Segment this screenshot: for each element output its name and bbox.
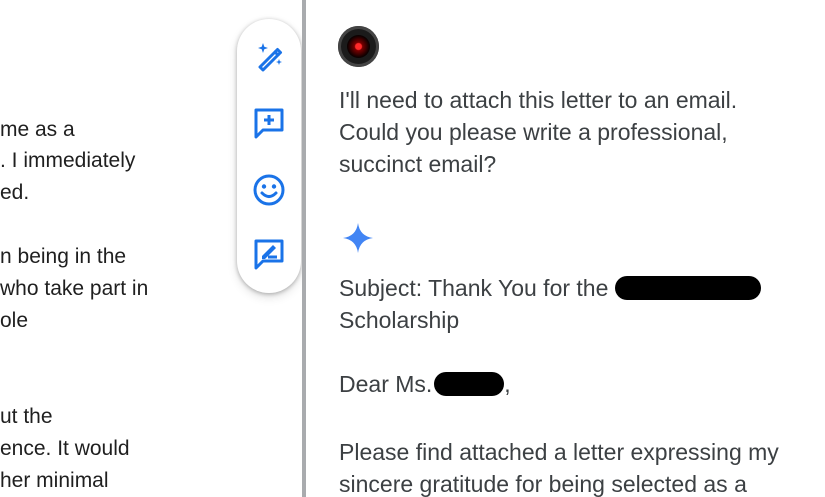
magic-pen-icon — [258, 43, 282, 72]
document-line: ed. — [0, 181, 30, 204]
user-prompt-line: I'll need to attach this letter to an em… — [339, 87, 738, 113]
document-line: her minimal — [0, 469, 109, 492]
side-toolbar — [237, 19, 301, 293]
document-line: . I immediately — [0, 149, 136, 172]
email-greeting-suffix: , — [504, 371, 511, 397]
help-me-write-button[interactable] — [251, 39, 287, 75]
emoji-icon — [253, 174, 285, 206]
email-body-line: sincere gratitude for being selected as … — [339, 471, 747, 497]
suggest-edits-button[interactable] — [251, 236, 287, 272]
document-line: ence. It would — [0, 437, 130, 460]
document-line: ut the — [0, 405, 53, 428]
document-line: n being in the — [0, 245, 127, 268]
email-body-line: Please find attached a letter expressing… — [339, 439, 779, 465]
redacted-name — [434, 371, 505, 396]
user-prompt-line: succinct email? — [339, 151, 497, 177]
document-line: me as a — [0, 118, 75, 141]
email-subject-prefix: Subject: Thank You for the — [339, 275, 609, 301]
user-prompt-line: Could you please write a professional, — [339, 119, 728, 145]
user-avatar — [338, 26, 379, 67]
redacted-name — [614, 275, 761, 300]
sparkle-icon — [343, 223, 373, 253]
chat-pane: I'll need to attach this letter to an em… — [306, 0, 825, 497]
email-subject-suffix: Scholarship — [339, 307, 460, 333]
email-greeting: Dear Ms., — [339, 368, 511, 400]
email-greeting-prefix: Dear Ms. — [339, 371, 433, 397]
document-line: ole — [0, 309, 29, 332]
document-line: who take part in — [0, 277, 149, 300]
add-comment-button[interactable] — [251, 105, 287, 141]
avatar-image — [347, 35, 370, 58]
suggest-edit-icon — [254, 239, 284, 270]
add-comment-icon — [254, 108, 284, 139]
add-emoji-reaction-button[interactable] — [251, 172, 287, 208]
email-subject-line: Subject: Thank You for the — [339, 272, 761, 304]
